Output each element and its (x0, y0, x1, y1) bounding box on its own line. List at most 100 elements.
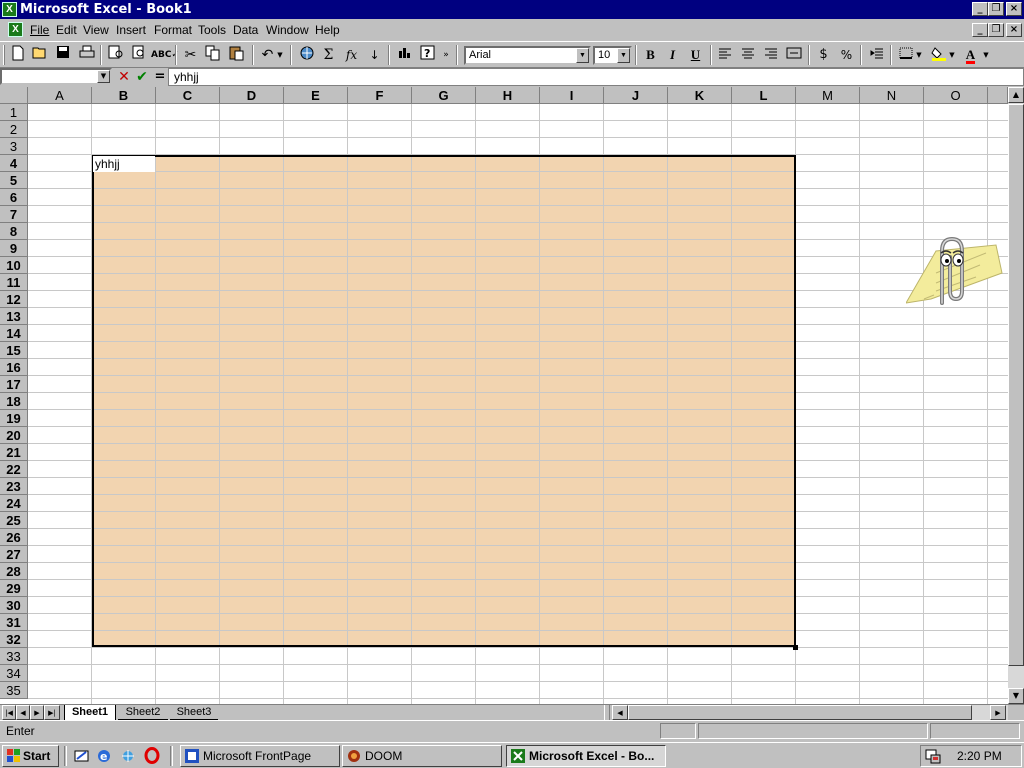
hyperlink-icon[interactable] (296, 45, 317, 65)
scroll-right-icon[interactable]: ▶ (990, 705, 1006, 720)
new-icon[interactable] (7, 45, 28, 65)
row-header-7[interactable]: 7 (0, 206, 28, 223)
row-header-24[interactable]: 24 (0, 495, 28, 512)
menu-insert[interactable]: Insert (116, 22, 146, 38)
print-icon[interactable] (76, 45, 97, 65)
row-header-9[interactable]: 9 (0, 240, 28, 257)
row-header-34[interactable]: 34 (0, 665, 28, 682)
row-header-20[interactable]: 20 (0, 427, 28, 444)
autosum-icon[interactable]: Σ (318, 45, 339, 65)
select-all-corner[interactable] (0, 87, 28, 104)
row-header-4[interactable]: 4 (0, 155, 28, 172)
vertical-scrollbar[interactable]: ▲ ▼ (1008, 87, 1024, 704)
selected-range[interactable] (92, 155, 796, 647)
horizontal-scrollbar[interactable]: ◀ ▶ (612, 705, 1008, 720)
row-header-5[interactable]: 5 (0, 172, 28, 189)
row-header-18[interactable]: 18 (0, 393, 28, 410)
column-header-i[interactable]: I (540, 87, 604, 104)
task-excel[interactable]: Microsoft Excel - Bo... (506, 745, 666, 767)
font-color-icon[interactable]: A (960, 45, 981, 65)
row-header-10[interactable]: 10 (0, 257, 28, 274)
borders-icon[interactable] (895, 45, 916, 65)
column-header-h[interactable]: H (476, 87, 540, 104)
menu-format[interactable]: Format (154, 22, 192, 38)
chart-wizard-icon[interactable] (394, 45, 415, 65)
percent-icon[interactable]: % (836, 45, 857, 65)
column-header-b[interactable]: B (92, 87, 156, 104)
menu-view[interactable]: View (83, 22, 109, 38)
restore-button[interactable]: ❐ (988, 2, 1004, 16)
copy-icon[interactable] (202, 45, 223, 65)
align-right-icon[interactable] (760, 45, 781, 65)
decrease-indent-icon[interactable] (866, 45, 887, 65)
formula-input[interactable]: yhhjj (168, 68, 1024, 86)
size-dropdown-icon[interactable]: ▼ (617, 48, 630, 63)
column-header-k[interactable]: K (668, 87, 732, 104)
show-desktop-icon[interactable] (74, 748, 90, 764)
underline-button[interactable]: U (685, 45, 706, 65)
row-header-14[interactable]: 14 (0, 325, 28, 342)
row-header-31[interactable]: 31 (0, 614, 28, 631)
cancel-x-icon[interactable]: ✕ (116, 69, 132, 85)
print-preview-icon[interactable] (105, 45, 126, 65)
doc-close-button[interactable]: × (1006, 23, 1022, 37)
sheet-tab-1[interactable]: Sheet1 (64, 705, 116, 721)
column-header-f[interactable]: F (348, 87, 412, 104)
column-header-partial[interactable] (988, 87, 1008, 104)
sheet-tab-2[interactable]: Sheet2 (118, 705, 168, 720)
column-header-a[interactable]: A (28, 87, 92, 104)
cut-icon[interactable]: ✂ (180, 45, 201, 65)
bold-button[interactable]: B (640, 45, 661, 65)
font-size-combo[interactable]: 10 ▼ (593, 46, 632, 65)
merge-center-icon[interactable] (783, 45, 804, 65)
row-header-15[interactable]: 15 (0, 342, 28, 359)
fill-color-icon[interactable] (928, 45, 949, 65)
spelling-icon[interactable]: ABC✓ (151, 45, 179, 65)
row-header-16[interactable]: 16 (0, 359, 28, 376)
excel-icon[interactable]: X (2, 2, 17, 17)
active-cell[interactable]: yhhjj (93, 156, 155, 172)
row-header-27[interactable]: 27 (0, 546, 28, 563)
save-icon[interactable] (52, 45, 73, 65)
function-icon[interactable]: fx (341, 45, 362, 65)
title-bar[interactable]: X Microsoft Excel - Book1 _ ❐ × (0, 0, 1024, 19)
row-header-13[interactable]: 13 (0, 308, 28, 325)
row-header-22[interactable]: 22 (0, 461, 28, 478)
row-header-1[interactable]: 1 (0, 104, 28, 121)
paste-icon[interactable] (226, 45, 247, 65)
column-header-o[interactable]: O (924, 87, 988, 104)
column-header-m[interactable]: M (796, 87, 860, 104)
font-name-combo[interactable]: Arial ▼ (464, 46, 591, 65)
next-sheet-icon[interactable]: ▶ (30, 705, 44, 720)
prev-sheet-icon[interactable]: ◀ (16, 705, 30, 720)
close-button[interactable]: × (1006, 2, 1022, 16)
opera-icon[interactable] (144, 747, 160, 764)
undo-dropdown-icon[interactable]: ▼ (275, 45, 285, 65)
row-header-25[interactable]: 25 (0, 512, 28, 529)
scroll-up-icon[interactable]: ▲ (1008, 87, 1024, 103)
help-icon[interactable]: ? (417, 45, 438, 65)
row-header-3[interactable]: 3 (0, 138, 28, 155)
fill-dropdown-icon[interactable]: ▼ (947, 45, 957, 65)
align-left-icon[interactable] (714, 45, 735, 65)
font-dropdown-icon[interactable]: ▼ (576, 48, 589, 63)
menu-window[interactable]: Window (266, 22, 309, 38)
row-header-29[interactable]: 29 (0, 580, 28, 597)
last-sheet-icon[interactable]: ▶| (44, 705, 60, 720)
doc-minimize-button[interactable]: _ (972, 23, 988, 37)
row-header-8[interactable]: 8 (0, 223, 28, 240)
align-center-icon[interactable] (737, 45, 758, 65)
row-header-21[interactable]: 21 (0, 444, 28, 461)
column-header-l[interactable]: L (732, 87, 796, 104)
row-header-23[interactable]: 23 (0, 478, 28, 495)
task-doom[interactable]: DOOM (342, 745, 502, 767)
row-header-33[interactable]: 33 (0, 648, 28, 665)
paperclip-assistant[interactable] (905, 233, 1006, 313)
doc-restore-button[interactable]: ❐ (988, 23, 1004, 37)
internet-explorer-icon[interactable]: e (96, 748, 112, 764)
minimize-button[interactable]: _ (972, 2, 988, 16)
column-header-g[interactable]: G (412, 87, 476, 104)
column-header-c[interactable]: C (156, 87, 220, 104)
italic-button[interactable]: I (662, 45, 683, 65)
task-frontpage[interactable]: Microsoft FrontPage (180, 745, 340, 767)
